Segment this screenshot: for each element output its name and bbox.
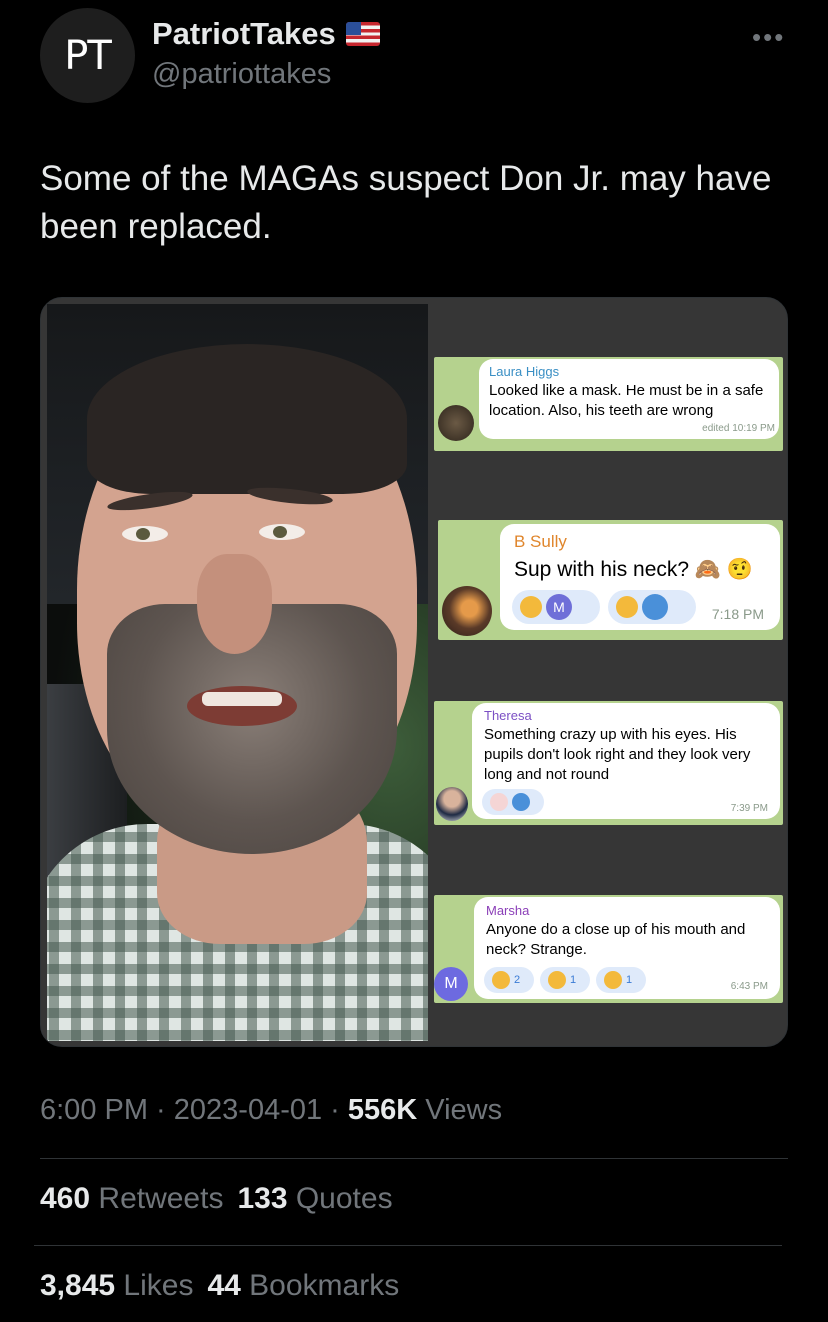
display-name-text: PatriotTakes [152,16,336,51]
heart-icon [642,594,668,620]
chat-avatar [442,586,492,636]
reaction-count: 1 [626,974,633,986]
stats-row-1: 460 Retweets 133 Quotes [40,1182,393,1216]
chat-time: 6:43 PM [730,981,768,992]
divider [40,1158,788,1159]
chat-sender: Theresa [484,708,532,723]
chat-time: 7:39 PM [730,803,768,814]
chat-bubble: B Sully Sup with his neck? 🙈 🤨 M 7:18 PM [500,524,780,630]
bookmarks-count: 44 [207,1269,241,1302]
chat-avatar: M [434,967,468,1001]
more-options-icon[interactable]: ••• [752,22,785,53]
thumbs-down-icon [604,971,622,989]
author-avatar[interactable]: PT [40,8,135,103]
thinking-face-icon [492,971,510,989]
views-label: Views [417,1094,503,1126]
retweets-count: 460 [40,1182,91,1215]
chat-screenshot-2: B Sully Sup with his neck? 🙈 🤨 M 7:18 PM [438,520,783,640]
chat-message-line: neck? Strange. [486,941,587,958]
avatar-letter: M [444,975,458,992]
thumbs-up-icon [520,596,542,618]
thumbs-down-icon [616,596,638,618]
reaction-thumbs-down: 1 [596,967,646,993]
chat-bubble: Laura Higgs Looked like a mask. He must … [479,359,779,439]
chat-time: 7:18 PM [711,606,764,622]
chat-avatar [436,787,468,821]
reaction-count: 2 [514,974,521,986]
chat-sender: Marsha [486,903,530,918]
avatar-initials: PT [64,32,112,79]
author-handle[interactable]: @patriottakes [152,58,331,91]
chat-message-line: Anyone do a close up of his mouth and [486,921,746,938]
stats-row-2: 3,845 Likes 44 Bookmarks [40,1269,399,1303]
bookmarks-label: Bookmarks [240,1269,400,1302]
chat-message-line: pupils don't look right and they look ve… [484,746,751,763]
reaction-thumbs-down [608,590,696,624]
chat-screenshot-1: Laura Higgs Looked like a mask. He must … [434,357,783,451]
chat-message: Sup with his neck? 🙈 🤨 [514,558,754,581]
quotes-label: Quotes [287,1182,393,1215]
chat-sender: Laura Higgs [489,364,560,379]
separator: · [148,1094,174,1126]
retweets-label: Retweets [90,1182,224,1215]
tweet-text: Some of the MAGAs suspect Don Jr. may ha… [40,159,772,246]
chat-screenshot-3: Theresa Something crazy up with his eyes… [434,701,783,825]
quotes-link[interactable]: 133 Quotes [237,1182,392,1215]
thumbs-up-icon [548,971,566,989]
chat-message-line: location. Also, his teeth are wrong [489,402,714,419]
chat-sender: B Sully [514,532,567,551]
chat-message-line: Something crazy up with his eyes. His [484,726,737,743]
reaction-thumbs-up: M [512,590,600,624]
chat-message-line: Looked like a mask. He must be in a safe [489,382,764,399]
chat-time: edited 10:19 PM [702,423,775,434]
reaction-clown [482,789,544,815]
reaction-count: 1 [570,974,577,986]
likes-count: 3,845 [40,1269,116,1302]
chat-screenshot-4: M Marsha Anyone do a close up of his mou… [434,895,783,1003]
chat-message-line: long and not round [484,766,610,783]
reaction-thinking: 2 [484,967,534,993]
reaction-thumbs-up: 1 [540,967,590,993]
divider [34,1245,782,1246]
bookmarks-link[interactable]: 44 Bookmarks [207,1269,399,1302]
author-display-name[interactable]: PatriotTakes [152,16,380,52]
likes-label: Likes [115,1269,194,1302]
clown-icon [490,793,508,811]
us-flag-icon [345,22,380,46]
separator: · [322,1094,348,1126]
heart-icon [512,793,530,811]
retweets-link[interactable]: 460 Retweets [40,1182,223,1215]
chat-bubble: Marsha Anyone do a close up of his mouth… [474,897,780,999]
reaction-avatar: M [546,594,572,620]
likes-link[interactable]: 3,845 Likes [40,1269,193,1302]
tweet-time: 6:00 PM [40,1094,148,1126]
chat-bubble: Theresa Something crazy up with his eyes… [472,703,780,819]
quotes-count: 133 [237,1182,288,1215]
tweet-timestamp[interactable]: 6:00 PM · 2023-04-01 · 556K Views [40,1094,502,1127]
chat-avatar [438,405,474,441]
tweet-date: 2023-04-01 [173,1094,323,1126]
tweet-media[interactable]: Laura Higgs Looked like a mask. He must … [40,297,788,1047]
media-photo [47,304,428,1041]
views-count: 556K [347,1094,418,1126]
